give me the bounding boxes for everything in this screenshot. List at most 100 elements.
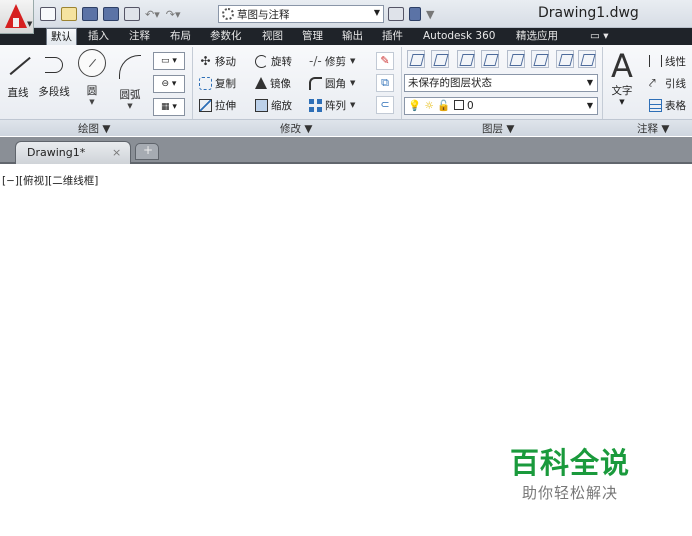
offset-icon[interactable]: ⊂ [376, 96, 394, 114]
chevron-down-icon: ▼ [350, 79, 356, 87]
erase-icon[interactable]: ✎ [376, 52, 394, 70]
chevron-down-icon: ▼ [89, 98, 95, 106]
copy-label: 复制 [215, 77, 236, 90]
current-layer-dropdown[interactable]: 💡 ☼ 🔓 0 ▼ [404, 97, 598, 115]
circle-tool-button[interactable]: 圆 ▼ [76, 49, 108, 106]
stretch-label: 拉伸 [215, 99, 236, 112]
tab-parametric[interactable]: 参数化 [206, 28, 246, 45]
save-icon[interactable] [82, 7, 98, 21]
scale-tool[interactable]: 缩放 [255, 96, 292, 114]
stretch-icon [199, 98, 212, 112]
tab-insert[interactable]: 插入 [84, 28, 113, 45]
open-folder-icon[interactable] [61, 7, 77, 21]
layer-off-icon[interactable] [531, 50, 549, 68]
circle-tool-label: 圆 [86, 85, 98, 97]
trim-tool[interactable]: -/- 修剪 ▼ [309, 52, 355, 70]
undo-icon[interactable]: ↶▾ [145, 8, 160, 21]
plot-icon[interactable] [388, 7, 404, 21]
layer-lock-icon[interactable] [578, 50, 596, 68]
current-layer-name: 0 [466, 100, 474, 112]
hatch-tool-button[interactable]: ▦ ▾ [153, 98, 185, 116]
polyline-tool-button[interactable]: 多段线 [38, 49, 70, 99]
stretch-tool[interactable]: 拉伸 [199, 96, 236, 114]
new-drawing-tab-button[interactable] [135, 143, 159, 160]
save-as-icon[interactable] [103, 7, 119, 21]
tab-view[interactable]: 视图 [258, 28, 287, 45]
layer-isolate-icon[interactable] [481, 50, 499, 68]
trim-icon: -/- [309, 53, 322, 68]
modify-panel-title[interactable]: 修改 ▼ [280, 121, 312, 136]
table-icon [649, 98, 662, 112]
scale-icon [255, 98, 268, 112]
table-tool[interactable]: 表格 [649, 96, 686, 114]
explode-icon[interactable]: ⧉ [376, 74, 394, 92]
leader-tool[interactable]: ⤤ 引线 [649, 74, 686, 92]
tab-plugins[interactable]: 插件 [378, 28, 407, 45]
tab-autodesk-360[interactable]: Autodesk 360 [419, 28, 499, 45]
new-file-icon[interactable] [40, 7, 56, 21]
layer-state-dropdown[interactable]: 未保存的图层状态 ▼ [404, 74, 598, 92]
workspace-label: 草图与注释 [237, 8, 290, 21]
fillet-tool[interactable]: 圆角 ▼ [309, 74, 355, 92]
mirror-label: 镜像 [270, 77, 291, 90]
polyline-tool-label: 多段线 [38, 86, 70, 98]
layer-freeze-icon[interactable] [556, 50, 574, 68]
mirror-tool[interactable]: 镜像 [255, 74, 291, 92]
copy-icon [199, 76, 212, 90]
trim-label: 修剪 [325, 55, 346, 68]
layer-properties-icon[interactable] [407, 50, 425, 68]
tab-annotate[interactable]: 注释 [125, 28, 154, 45]
text-tool-button[interactable]: A 文字 ▼ [611, 49, 633, 106]
leader-label: 引线 [665, 77, 686, 90]
chevron-down-icon: ▼ [127, 102, 133, 110]
polyline-icon [45, 57, 63, 73]
move-tool[interactable]: ✣ 移动 [199, 52, 236, 70]
chevron-down-icon: ▼ [619, 98, 625, 106]
array-icon [309, 98, 322, 112]
application-menu-button[interactable]: ▼ [0, 0, 34, 34]
rectangle-tool-button[interactable]: ▭ ▾ [153, 52, 185, 70]
chevron-down-icon: ▼ [586, 101, 593, 110]
close-icon[interactable]: × [112, 142, 121, 163]
tab-layout[interactable]: 布局 [166, 28, 195, 45]
chevron-down-icon: ▼ [586, 78, 593, 87]
ribbon-tab-bar: 默认 插入 注释 布局 参数化 视图 管理 输出 插件 Autodesk 360… [0, 28, 692, 45]
watermark-subtitle: 助你轻松解决 [522, 484, 619, 502]
linear-dimension-icon [649, 55, 662, 67]
rotate-tool[interactable]: 旋转 [255, 52, 292, 70]
layer-match-icon[interactable] [431, 50, 449, 68]
redo-icon[interactable]: ↷▾ [166, 8, 181, 21]
tab-default[interactable]: 默认 [46, 28, 77, 45]
move-label: 移动 [215, 55, 236, 68]
arc-tool-button[interactable]: 圆弧 ▼ [114, 49, 146, 110]
file-tab-drawing1[interactable]: Drawing1* × [15, 141, 131, 164]
leader-icon: ⤤ [649, 75, 656, 90]
table-label: 表格 [665, 99, 686, 112]
line-tool-button[interactable]: 直线 [2, 49, 34, 100]
watermark-title: 百科全说 [510, 446, 631, 480]
draw-panel-title[interactable]: 绘图 ▼ [78, 121, 110, 136]
tab-manage[interactable]: 管理 [298, 28, 327, 45]
tab-output[interactable]: 输出 [338, 28, 367, 45]
layers-panel-title[interactable]: 图层 ▼ [482, 121, 514, 136]
tab-featured-apps[interactable]: 精选应用 [512, 28, 562, 45]
layer-unisolate-icon[interactable] [507, 50, 525, 68]
fillet-label: 圆角 [325, 77, 346, 90]
viewport-controls[interactable]: [−][俯视][二维线框] [2, 173, 98, 188]
linear-dimension-tool[interactable]: 线性 [649, 52, 686, 70]
ribbon-minimize-icon[interactable]: ▭ ▾ [586, 28, 613, 45]
layer-toggle-icon[interactable] [409, 7, 421, 21]
arc-tool-label: 圆弧 [119, 89, 141, 101]
rotate-icon [255, 54, 268, 68]
print-icon[interactable] [124, 7, 140, 21]
copy-tool[interactable]: 复制 [199, 74, 236, 92]
customize-qat-icon[interactable]: ▼ [426, 8, 434, 21]
ellipse-tool-button[interactable]: ⊖ ▾ [153, 75, 185, 93]
linear-dimension-label: 线性 [665, 55, 686, 68]
autocad-window: ▼ ↶▾ ↷▾ 草图与注释 ▼ ▼ Drawing1.dwg 默认 插入 注释 … [0, 0, 692, 536]
line-icon [3, 49, 33, 83]
array-tool[interactable]: 阵列 ▼ [309, 96, 355, 114]
workspace-dropdown[interactable]: 草图与注释 ▼ [218, 5, 384, 23]
annotation-panel-title[interactable]: 注释 ▼ [637, 121, 669, 136]
layer-previous-icon[interactable] [457, 50, 475, 68]
